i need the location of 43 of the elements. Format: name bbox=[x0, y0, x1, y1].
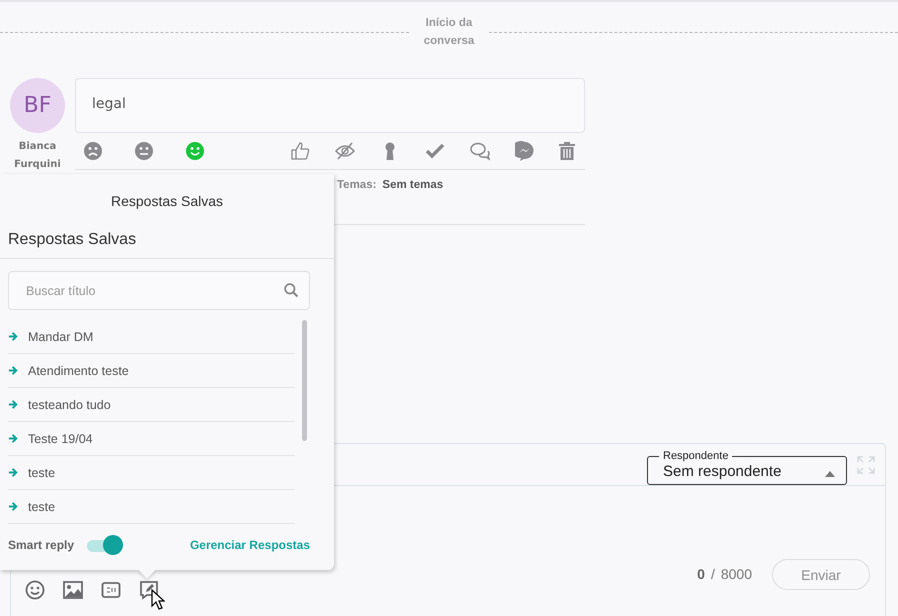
messenger-icon[interactable] bbox=[515, 141, 535, 161]
message-text: legal bbox=[75, 78, 585, 133]
smart-reply-toggle[interactable] bbox=[87, 535, 124, 555]
topics-label: Temas: bbox=[337, 179, 376, 193]
search-icon[interactable] bbox=[283, 282, 300, 299]
scrollbar-thumb[interactable] bbox=[302, 320, 307, 441]
topics-value: Sem temas bbox=[382, 179, 444, 193]
caret-icon bbox=[825, 471, 835, 477]
saved-reply-item[interactable]: teste bbox=[28, 466, 56, 480]
popup-tooltip-title: Respostas Salvas bbox=[110, 192, 224, 210]
conversation-start-label: Início da conversa bbox=[422, 16, 476, 49]
author-name: Bianca Furquini bbox=[13, 140, 62, 172]
arrow-right-icon bbox=[8, 399, 19, 410]
arrow-right-icon bbox=[8, 467, 19, 478]
character-count: 0 bbox=[697, 565, 705, 584]
arrow-right-icon bbox=[8, 433, 19, 444]
avatar: BF bbox=[10, 78, 65, 133]
arrow-right-icon bbox=[8, 331, 19, 342]
thumbs-up-icon[interactable] bbox=[290, 141, 310, 161]
saved-reply-item[interactable]: Teste 19/04 bbox=[28, 432, 93, 446]
saved-reply-item[interactable]: testeando tudo bbox=[28, 398, 111, 412]
trash-icon[interactable] bbox=[557, 141, 577, 161]
smiley-icon[interactable] bbox=[185, 141, 205, 161]
eye-slash-icon[interactable] bbox=[335, 141, 355, 161]
popup-title: Respostas Salvas bbox=[0, 210, 334, 259]
chat-bubbles-icon[interactable] bbox=[470, 141, 490, 161]
arrow-right-icon bbox=[8, 501, 19, 512]
check-icon[interactable] bbox=[425, 141, 445, 161]
saved-reply-item[interactable]: teste bbox=[28, 500, 56, 514]
saved-reply-item[interactable]: Atendimento teste bbox=[28, 364, 129, 378]
cursor-icon bbox=[151, 589, 165, 610]
saved-reply-item[interactable]: Mandar DM bbox=[28, 330, 94, 344]
edit-message-icon[interactable] bbox=[139, 580, 159, 600]
smart-reply-label: Smart reply bbox=[8, 538, 74, 552]
count-separator: / bbox=[710, 565, 715, 584]
neutral-face-icon[interactable] bbox=[134, 141, 154, 161]
image-icon[interactable] bbox=[63, 580, 83, 600]
sad-face-icon[interactable] bbox=[83, 141, 103, 161]
gif-icon[interactable] bbox=[101, 580, 121, 600]
smiley-icon[interactable] bbox=[25, 580, 45, 600]
search-field[interactable]: Buscar título bbox=[8, 271, 310, 310]
arrow-right-icon bbox=[8, 365, 19, 376]
character-limit: 8000 bbox=[720, 565, 752, 584]
